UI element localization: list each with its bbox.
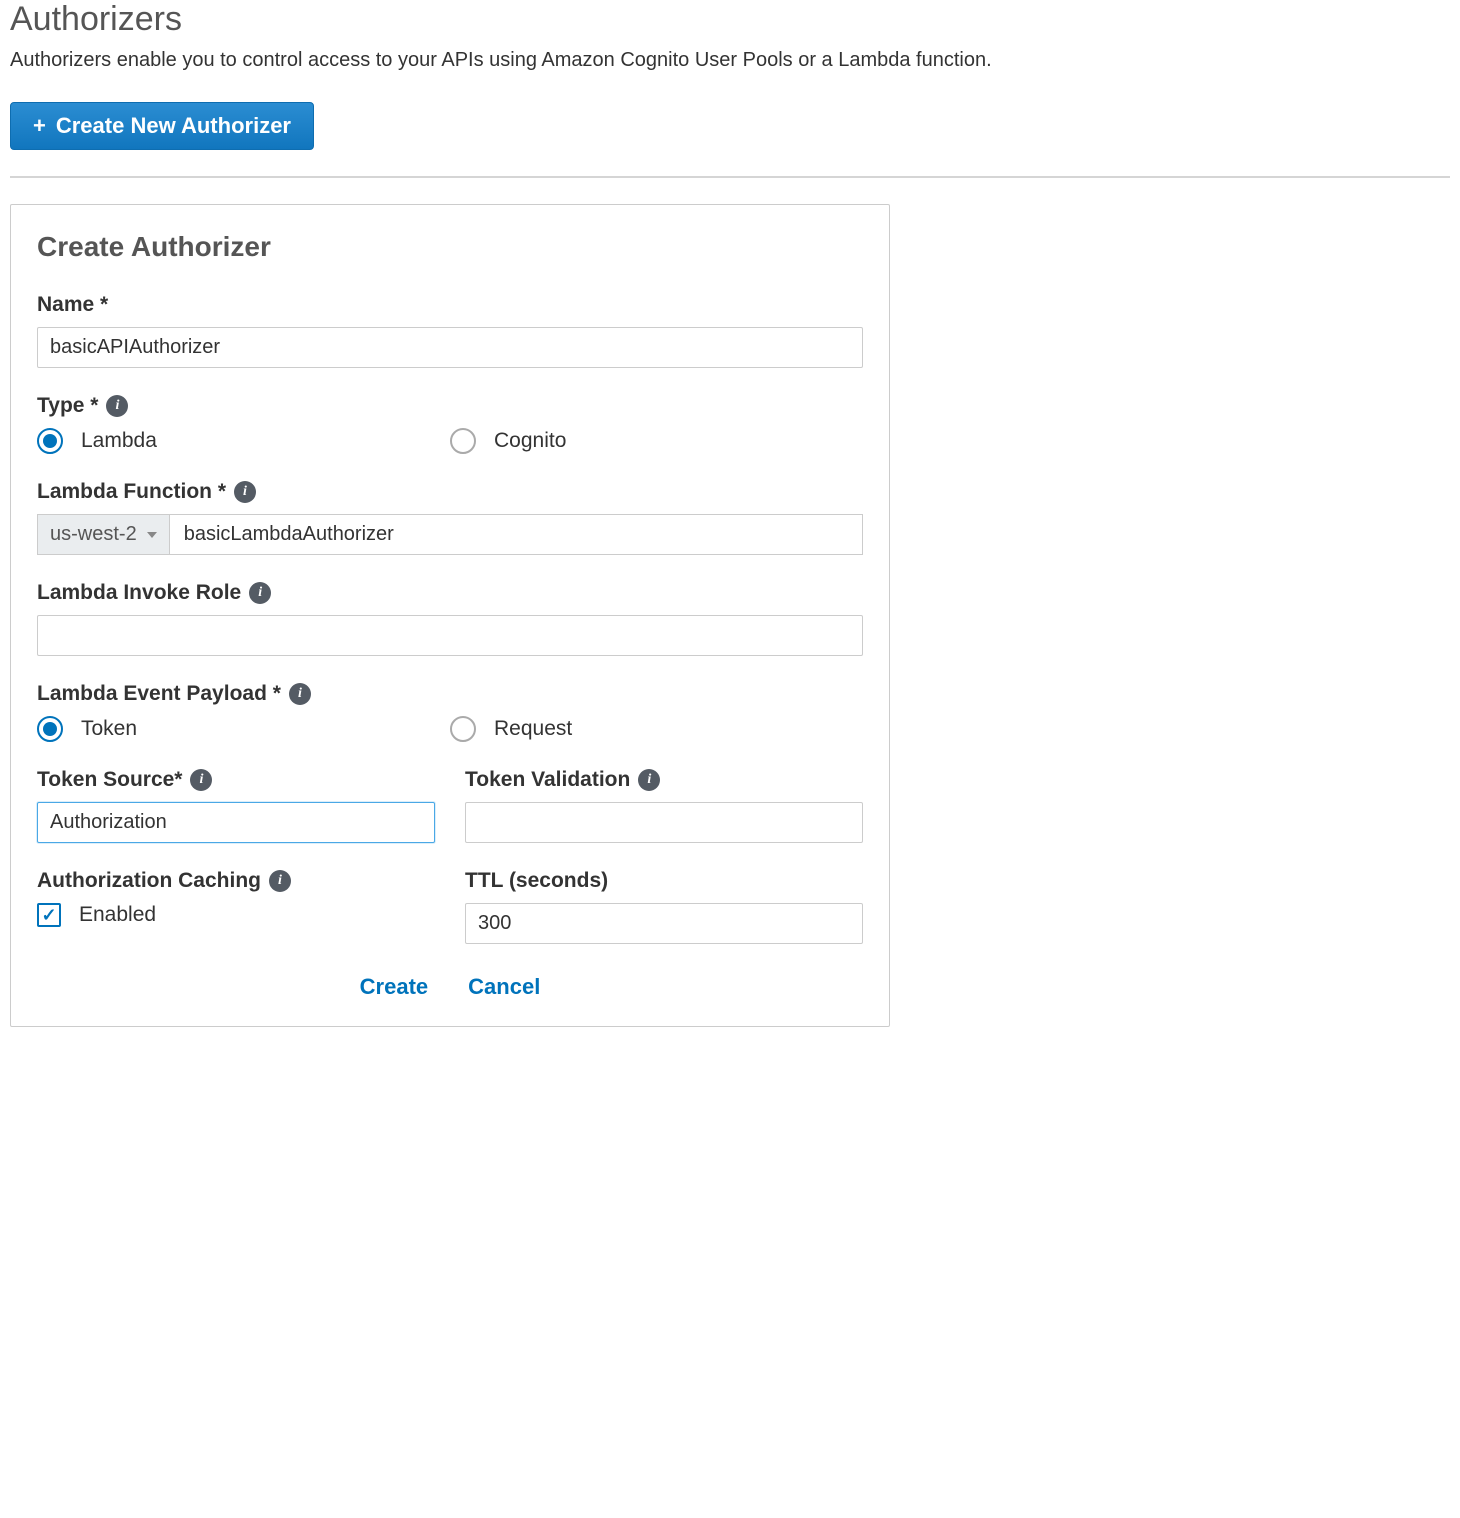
event-payload-label: Lambda Event Payload * i: [37, 682, 863, 706]
info-icon[interactable]: i: [289, 683, 311, 705]
region-value: us-west-2: [50, 523, 137, 546]
auth-caching-label: Authorization Caching i: [37, 869, 435, 893]
caret-down-icon: [147, 532, 157, 538]
page-description: Authorizers enable you to control access…: [10, 49, 1450, 72]
ttl-input[interactable]: [465, 903, 863, 944]
invoke-role-input[interactable]: [37, 615, 863, 656]
payload-token-radio[interactable]: [37, 716, 63, 742]
type-cognito-label: Cognito: [494, 429, 566, 453]
lambda-function-input[interactable]: [170, 515, 862, 554]
auth-caching-enabled-label: Enabled: [79, 903, 156, 927]
token-source-label: Token Source* i: [37, 768, 435, 792]
create-authorizer-card: Create Authorizer Name * Type * i Lambda…: [10, 204, 890, 1027]
payload-request-label: Request: [494, 717, 572, 741]
type-label: Type * i: [37, 394, 863, 418]
info-icon[interactable]: i: [638, 769, 660, 791]
token-source-input[interactable]: [37, 802, 435, 843]
plus-icon: +: [33, 113, 46, 139]
info-icon[interactable]: i: [106, 395, 128, 417]
divider: [10, 176, 1450, 178]
payload-request-radio[interactable]: [450, 716, 476, 742]
page-title: Authorizers: [10, 0, 1450, 39]
type-lambda-radio[interactable]: [37, 428, 63, 454]
info-icon[interactable]: i: [269, 870, 291, 892]
card-title: Create Authorizer: [37, 231, 863, 263]
info-icon[interactable]: i: [249, 582, 271, 604]
info-icon[interactable]: i: [234, 481, 256, 503]
create-new-authorizer-button[interactable]: + Create New Authorizer: [10, 102, 314, 150]
auth-caching-checkbox[interactable]: ✓: [37, 903, 61, 927]
cancel-button[interactable]: Cancel: [468, 974, 540, 1000]
ttl-label: TTL (seconds): [465, 869, 863, 893]
invoke-role-label: Lambda Invoke Role i: [37, 581, 863, 605]
token-validation-label: Token Validation i: [465, 768, 863, 792]
type-cognito-radio[interactable]: [450, 428, 476, 454]
region-select[interactable]: us-west-2: [38, 515, 170, 554]
name-label: Name *: [37, 293, 863, 317]
info-icon[interactable]: i: [190, 769, 212, 791]
checkmark-icon: ✓: [41, 905, 56, 926]
create-button[interactable]: Create: [360, 974, 428, 1000]
name-input[interactable]: [37, 327, 863, 368]
type-lambda-label: Lambda: [81, 429, 157, 453]
token-validation-input[interactable]: [465, 802, 863, 843]
create-new-authorizer-label: Create New Authorizer: [56, 113, 291, 139]
payload-token-label: Token: [81, 717, 137, 741]
lambda-function-label: Lambda Function * i: [37, 480, 863, 504]
